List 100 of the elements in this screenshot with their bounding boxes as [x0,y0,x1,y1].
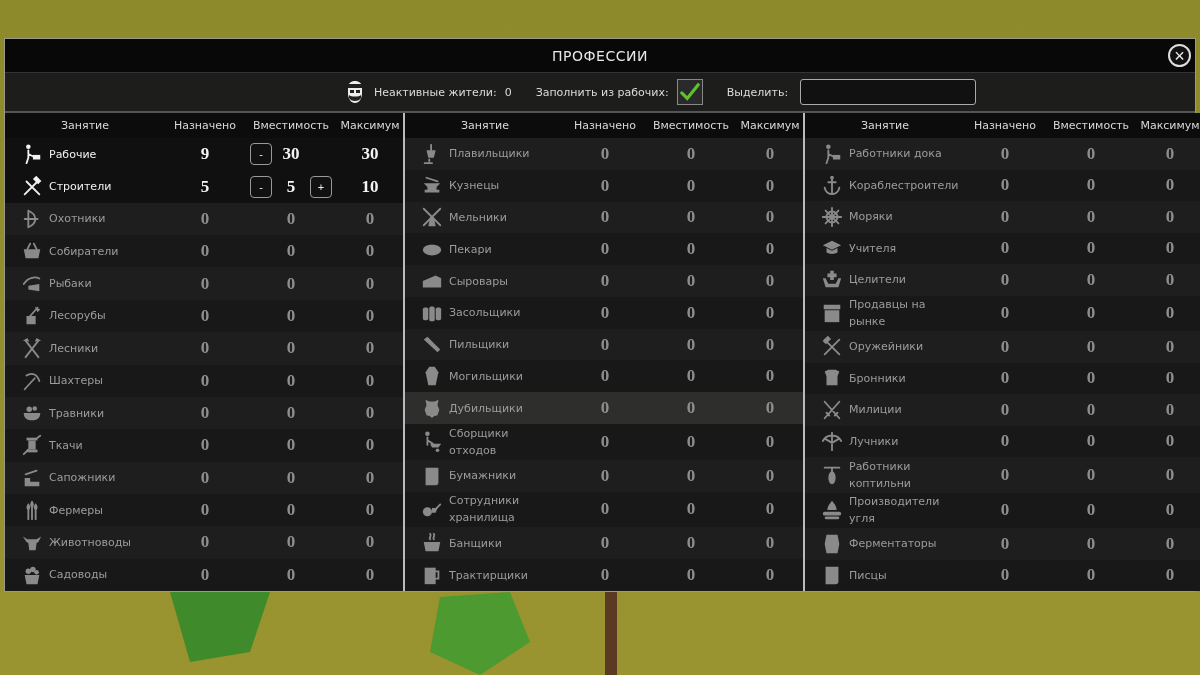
capacity-count: 0 [1085,143,1097,164]
profession-row[interactable]: Бумажники 0 0 0 [405,459,803,492]
profession-name: Писцы [849,567,887,584]
capacity-count: 0 [685,398,697,419]
profession-row[interactable]: Дубильщики 0 0 0 [405,392,803,425]
assigned-count: 0 [199,305,211,326]
assigned-count: 0 [999,368,1011,389]
maximum-count: 0 [364,338,376,359]
profession-row[interactable]: Целители 0 0 0 [805,264,1200,296]
profession-name: Ферментаторы [849,536,937,553]
hammer-icon [21,175,43,198]
assigned-count: 0 [999,399,1011,420]
highlight-input-field[interactable] [800,79,977,105]
maximum-count: 0 [1164,565,1176,586]
assigned-count: 0 [999,206,1011,227]
profession-name: Дубильщики [449,400,523,417]
decrease-button[interactable]: - [250,175,272,198]
maximum-count: 10 [360,176,380,197]
capacity-count: 0 [685,465,697,486]
capacity-count: 0 [1085,500,1097,521]
maximum-count: 0 [364,273,376,294]
maximum-count: 0 [1164,143,1176,164]
maximum-count: 0 [764,465,776,486]
ship-wheel-icon [821,205,843,228]
maximum-count: 0 [764,302,776,323]
profession-row[interactable]: Ферментаторы 0 0 0 [805,528,1200,560]
capacity-count: 0 [685,499,697,520]
profession-row[interactable]: Сапожники 0 0 0 [5,461,403,494]
profession-name: Лесорубы [49,308,106,325]
assigned-count: 0 [199,273,211,294]
maximum-count: 0 [764,143,776,164]
assigned-count: 0 [599,207,611,228]
profession-row[interactable]: Работники дока 0 0 0 [805,138,1200,170]
column-header: Назначено [573,119,637,132]
assigned-count: 0 [199,467,211,488]
maximum-count: 0 [764,239,776,260]
assigned-count: 0 [999,464,1011,485]
capacity-count: 0 [685,239,697,260]
assigned-count: 0 [999,431,1011,452]
maximum-count: 0 [764,271,776,291]
assigned-count: 0 [599,366,611,387]
maximum-count: 0 [364,208,376,229]
profession-row[interactable]: Охотники 0 0 0 [5,202,403,236]
assigned-count: 0 [999,269,1011,290]
capacity-count: 0 [685,431,697,452]
crossed-weapons-icon [821,335,843,358]
column-header: Назначено [173,119,237,132]
profession-name: Пильщики [449,337,510,354]
anchor-icon [821,174,843,197]
highlight-label: Выделить: [726,85,789,99]
profession-row[interactable]: Строители 5 - 5 + 10 [5,170,403,203]
profession-row[interactable]: Рабочие 9 - 30 30 [5,138,403,171]
maximum-count: 0 [364,467,376,488]
profession-row[interactable]: Оружейники 0 0 0 [805,331,1200,363]
profession-row[interactable]: Милиции 0 0 0 [805,394,1200,426]
assigned-count: 0 [999,143,1011,164]
profession-name: Ткачи [49,437,83,454]
maximum-count: 0 [764,334,776,355]
profession-name: Сотрудники хранилища [449,493,521,527]
decrease-button[interactable]: - [250,143,272,166]
profession-row[interactable]: Лесники 0 0 0 [5,332,403,365]
profession-row[interactable]: Травники 0 0 0 [5,396,403,430]
profession-row[interactable]: Плавильщики 0 0 0 [405,138,803,170]
profession-name: Засольщики [449,305,521,322]
profession-row[interactable]: Банщики 0 0 0 [405,527,803,560]
capacity-count: 0 [1085,206,1097,227]
profession-row[interactable]: Животноводы 0 0 0 [5,526,403,559]
maximum-count: 0 [1164,175,1176,196]
capacity-count: 5 [285,176,297,197]
profession-row[interactable]: Сыровары 0 0 0 [405,265,803,297]
profession-row[interactable]: Моряки 0 0 0 [805,201,1200,233]
assigned-count: 0 [199,338,211,359]
profession-row[interactable]: Мельники 0 0 0 [405,201,803,234]
capacity-count: 0 [685,334,697,355]
capacity-count: 0 [285,467,297,488]
maximum-count: 0 [764,175,776,196]
profession-row[interactable]: Работники коптильни 0 0 0 [805,457,1200,493]
profession-row[interactable]: Пильщики 0 0 0 [405,328,803,361]
assigned-count: 5 [199,176,211,197]
idle-residents-count: 0 [504,85,512,99]
maximum-count: 0 [1164,431,1176,452]
capacity-count: 0 [285,435,297,456]
fill-from-workers-checkbox[interactable] [676,79,703,105]
column-header: Занятие [860,119,910,132]
capacity-count: 0 [1085,336,1097,357]
profession-name: Собиратели [49,243,119,260]
maximum-count: 0 [1164,500,1176,521]
column-header: Вместимость [1051,119,1131,132]
spool-icon [21,434,43,457]
assigned-count: 0 [599,239,611,260]
maximum-count: 0 [1164,269,1176,290]
profession-name: Кузнецы [449,178,500,195]
maximum-count: 0 [364,532,376,553]
profession-name: Учителя [849,240,897,257]
assigned-count: 0 [599,431,611,452]
profession-row[interactable]: Рыбаки 0 0 0 [5,267,403,300]
increase-button[interactable]: + [310,175,332,198]
maximum-count: 0 [364,305,376,326]
column-header: Занятие [60,119,110,132]
maximum-count: 0 [1164,533,1176,554]
